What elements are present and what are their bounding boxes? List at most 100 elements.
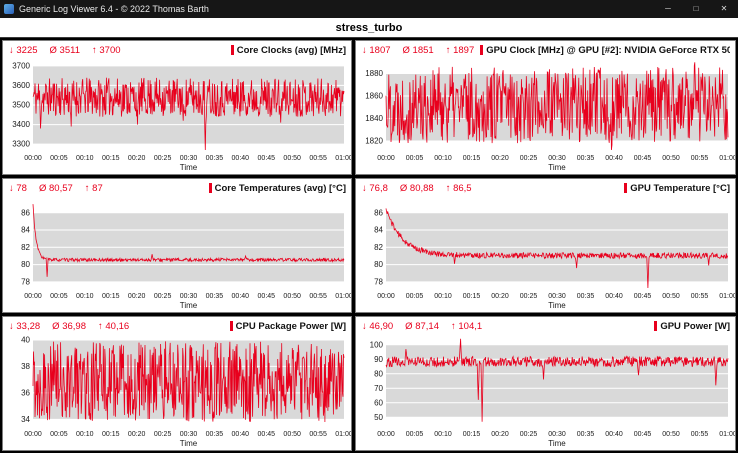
svg-text:78: 78 [21, 278, 30, 287]
maximize-button[interactable]: □ [682, 0, 710, 18]
svg-text:00:50: 00:50 [283, 155, 301, 162]
svg-text:00:35: 00:35 [206, 293, 224, 300]
chart-title: Core Temperatures (avg) [°C] [209, 183, 346, 194]
svg-text:00:50: 00:50 [662, 155, 680, 162]
chart-header: ↓ 1807Ø 1851↑ 1897 GPU Clock [MHz] @ GPU … [356, 41, 735, 57]
svg-text:1880: 1880 [365, 69, 383, 78]
app-icon [4, 4, 14, 14]
svg-text:00:35: 00:35 [577, 293, 595, 300]
svg-text:00:25: 00:25 [520, 155, 538, 162]
close-button[interactable]: ✕ [710, 0, 738, 18]
svg-text:00:10: 00:10 [434, 293, 452, 300]
chart-title-text: GPU Power [W] [660, 321, 730, 332]
svg-text:00:55: 00:55 [309, 155, 327, 162]
svg-text:00:45: 00:45 [634, 155, 652, 162]
legend-marker-icon [624, 183, 627, 193]
svg-text:78: 78 [374, 278, 383, 287]
chart-plot-cpu-package-power[interactable]: 3436384000:0000:0500:1000:1500:2000:2500… [3, 333, 351, 450]
svg-text:00:45: 00:45 [258, 431, 276, 438]
chart-header: ↓ 3225Ø 3511↑ 3700 Core Clocks (avg) [MHz… [3, 41, 351, 57]
svg-text:00:15: 00:15 [463, 431, 481, 438]
svg-text:00:25: 00:25 [520, 431, 538, 438]
svg-text:00:30: 00:30 [548, 293, 566, 300]
stat-min: ↓ 3225 [9, 45, 38, 56]
legend-marker-icon [654, 321, 657, 331]
chart-title-text: Core Temperatures (avg) [°C] [215, 183, 346, 194]
chart-stats: ↓ 3225Ø 3511↑ 3700 [9, 45, 121, 56]
chart-stats: ↓ 78Ø 80,57↑ 87 [9, 183, 103, 194]
svg-text:00:20: 00:20 [491, 293, 509, 300]
chart-stats: ↓ 1807Ø 1851↑ 1897 [362, 45, 474, 56]
svg-text:00:30: 00:30 [180, 155, 198, 162]
svg-text:60: 60 [374, 398, 383, 407]
svg-text:00:15: 00:15 [102, 293, 120, 300]
svg-text:82: 82 [374, 243, 383, 252]
chart-title-text: GPU Temperature [°C] [630, 183, 730, 194]
stat-min: ↓ 1807 [362, 45, 391, 56]
svg-text:00:20: 00:20 [491, 431, 509, 438]
chart-plot-gpu-clock[interactable]: 182018401860188000:0000:0500:1000:1500:2… [356, 57, 735, 174]
svg-text:3600: 3600 [12, 81, 30, 90]
svg-text:1820: 1820 [365, 137, 383, 146]
chart-plot-core-clocks[interactable]: 3300340035003600370000:0000:0500:1000:15… [3, 57, 351, 174]
svg-text:00:05: 00:05 [50, 431, 68, 438]
chart-panel-gpu-clock: ↓ 1807Ø 1851↑ 1897 GPU Clock [MHz] @ GPU … [355, 40, 736, 175]
svg-text:3300: 3300 [12, 140, 30, 149]
svg-text:86: 86 [374, 208, 383, 217]
chart-plot-gpu-power[interactable]: 506070809010000:0000:0500:1000:1500:2000… [356, 333, 735, 450]
svg-text:00:45: 00:45 [258, 155, 276, 162]
svg-text:00:40: 00:40 [605, 431, 623, 438]
svg-text:00:35: 00:35 [577, 431, 595, 438]
svg-text:80: 80 [374, 369, 383, 378]
log-title: stress_turbo [0, 18, 738, 38]
svg-text:00:15: 00:15 [463, 293, 481, 300]
chart-title: Core Clocks (avg) [MHz] [231, 45, 346, 56]
stat-max: ↑ 87 [85, 183, 103, 194]
chart-title: CPU Package Power [W] [230, 321, 346, 332]
svg-text:00:00: 00:00 [24, 431, 42, 438]
svg-text:00:55: 00:55 [691, 155, 709, 162]
svg-text:82: 82 [21, 243, 30, 252]
svg-text:00:40: 00:40 [232, 155, 250, 162]
svg-text:00:45: 00:45 [258, 293, 276, 300]
svg-text:00:05: 00:05 [406, 155, 424, 162]
svg-text:01:00: 01:00 [719, 155, 735, 162]
chart-title: GPU Power [W] [654, 321, 730, 332]
chart-stats: ↓ 46,90Ø 87,14↑ 104,1 [362, 321, 482, 332]
legend-marker-icon [480, 45, 483, 55]
svg-text:00:15: 00:15 [102, 155, 120, 162]
minimize-button[interactable]: ─ [654, 0, 682, 18]
legend-marker-icon [231, 45, 234, 55]
chart-title-text: GPU Clock [MHz] @ GPU [#2]: NVIDIA GeFor… [486, 45, 730, 56]
svg-text:00:20: 00:20 [491, 155, 509, 162]
svg-text:00:20: 00:20 [128, 293, 146, 300]
svg-text:00:35: 00:35 [577, 155, 595, 162]
chart-plot-gpu-temperature[interactable]: 788082848600:0000:0500:1000:1500:2000:25… [356, 195, 735, 312]
svg-text:Time: Time [180, 439, 198, 448]
svg-text:00:50: 00:50 [662, 293, 680, 300]
svg-text:86: 86 [21, 208, 30, 217]
svg-text:00:55: 00:55 [309, 431, 327, 438]
svg-text:00:10: 00:10 [76, 431, 94, 438]
svg-text:01:00: 01:00 [719, 431, 735, 438]
svg-text:80: 80 [21, 260, 30, 269]
svg-text:Time: Time [180, 163, 198, 172]
svg-text:38: 38 [21, 362, 30, 371]
stat-max: ↑ 1897 [446, 45, 475, 56]
svg-text:01:00: 01:00 [335, 431, 351, 438]
chart-stats: ↓ 33,28Ø 36,98↑ 40,16 [9, 321, 129, 332]
svg-text:34: 34 [21, 415, 30, 424]
svg-text:00:00: 00:00 [377, 293, 395, 300]
svg-text:00:10: 00:10 [76, 155, 94, 162]
chart-plot-core-temperatures[interactable]: 788082848600:0000:0500:1000:1500:2000:25… [3, 195, 351, 312]
svg-text:00:30: 00:30 [180, 293, 198, 300]
svg-text:40: 40 [21, 336, 30, 345]
chart-title: GPU Temperature [°C] [624, 183, 730, 194]
svg-text:00:35: 00:35 [206, 155, 224, 162]
stat-max: ↑ 86,5 [446, 183, 472, 194]
svg-text:00:05: 00:05 [406, 293, 424, 300]
stat-avg: Ø 36,98 [52, 321, 86, 332]
svg-text:36: 36 [21, 389, 30, 398]
svg-text:00:05: 00:05 [50, 155, 68, 162]
svg-text:00:30: 00:30 [548, 155, 566, 162]
